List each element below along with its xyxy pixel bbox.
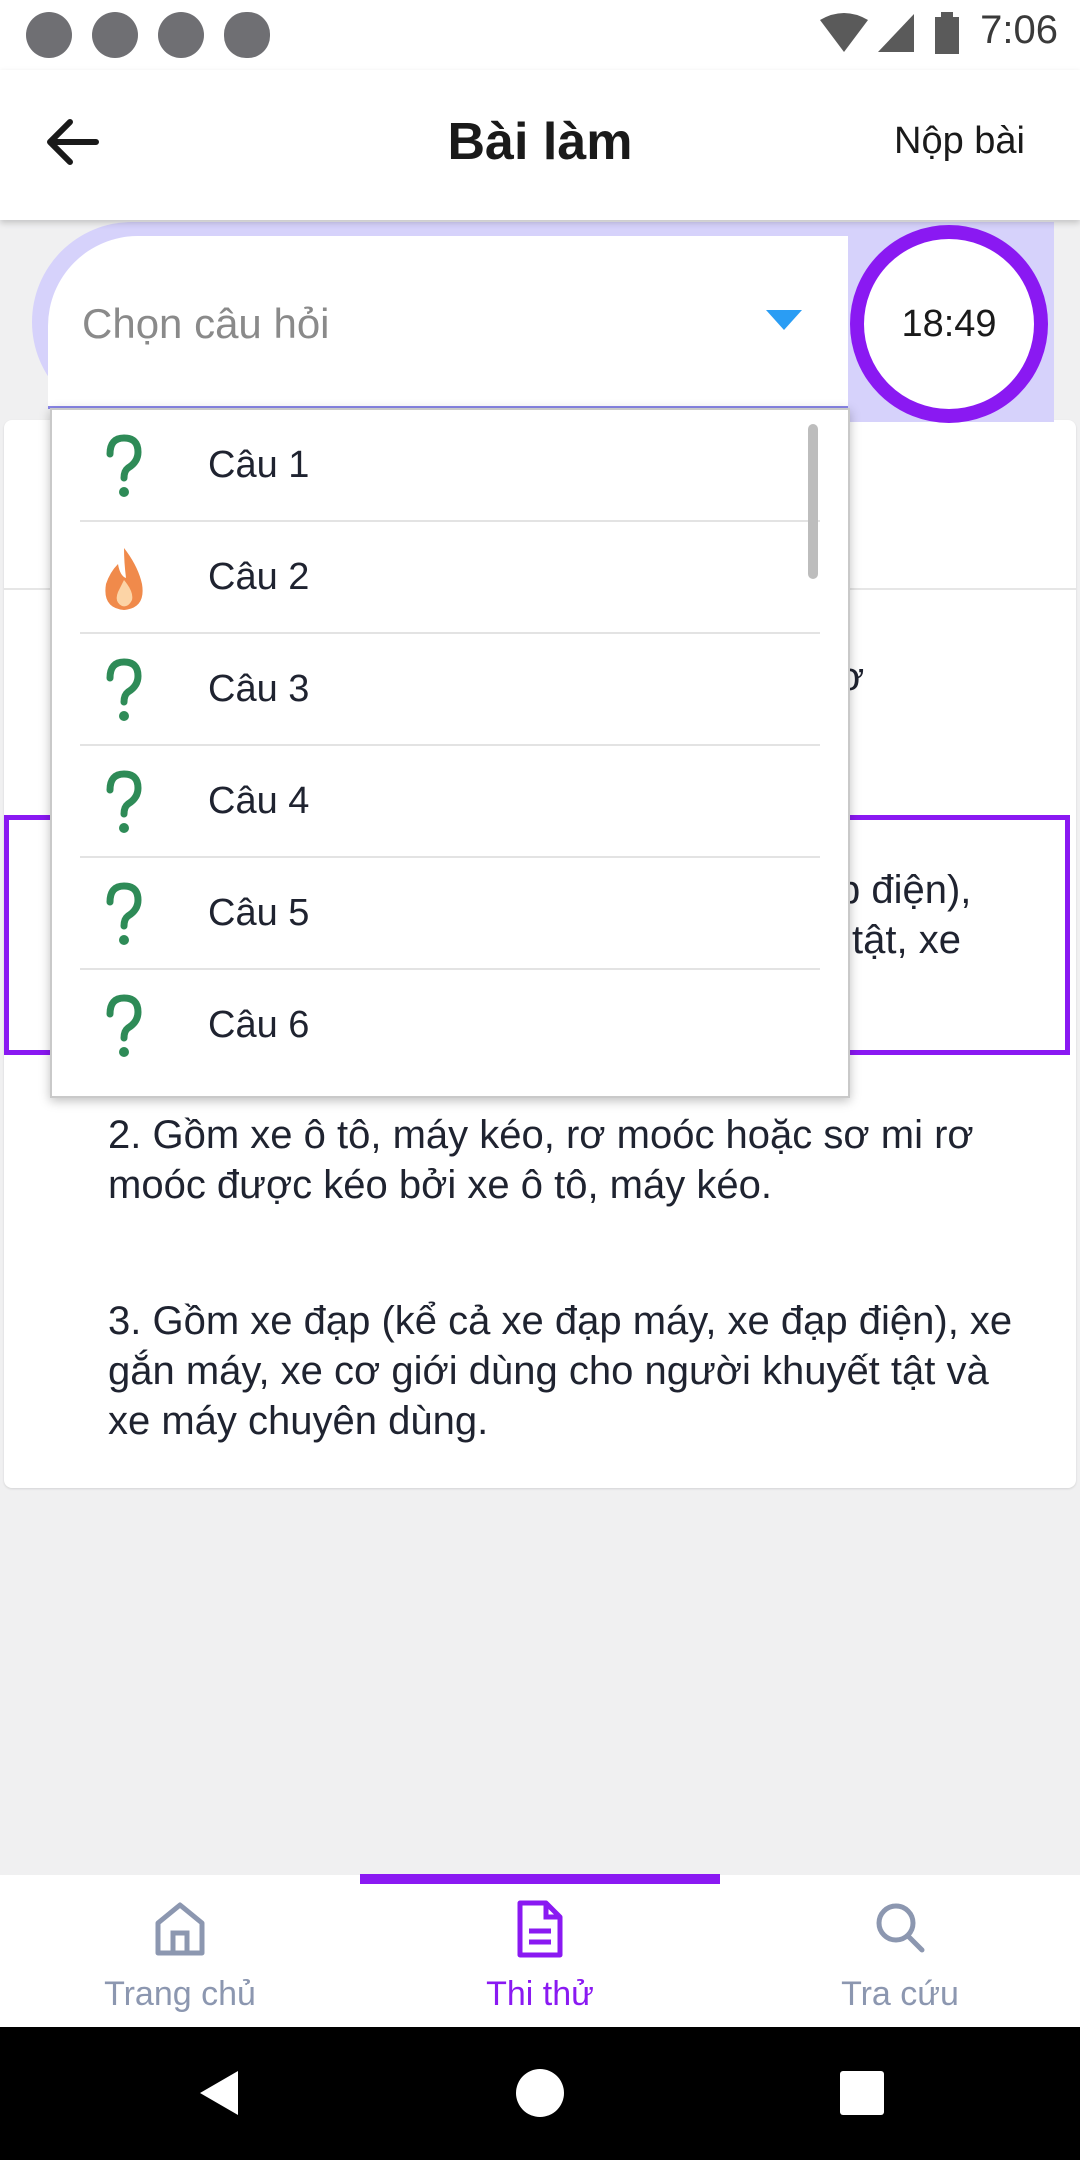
circle-icon <box>158 12 204 58</box>
dropdown-item-label: Câu 5 <box>208 892 310 934</box>
timer-value: 18:49 <box>901 302 997 345</box>
nav-tab-practice-test[interactable]: Thi thử <box>360 1875 720 2027</box>
dropdown-item-label: Câu 4 <box>208 780 310 822</box>
document-icon <box>517 1900 563 1958</box>
question-selector-placeholder[interactable]: Chọn câu hỏi <box>82 300 330 348</box>
dropdown-scrollbar[interactable] <box>808 424 818 579</box>
dropdown-item-cau-4[interactable]: Câu 4 <box>80 746 820 858</box>
system-recents-icon[interactable] <box>832 2063 892 2123</box>
nav-label: Trang chủ <box>104 1975 256 2013</box>
dropdown-item-cau-3[interactable]: Câu 3 <box>80 634 820 746</box>
dropdown-item-cau-2[interactable]: Câu 2 <box>80 522 820 634</box>
system-navigation-bar <box>0 2027 1080 2160</box>
wifi-icon <box>820 13 868 52</box>
app-bar: Bài làm Nộp bài <box>0 70 1080 220</box>
nav-label: Thi thử <box>486 1975 594 2013</box>
dropdown-item-label: Câu 6 <box>208 1004 310 1046</box>
question-icon <box>106 994 142 1057</box>
answer-fragment: p điện), <box>838 868 972 912</box>
dropdown-item-cau-1[interactable]: Câu 1 <box>80 410 820 522</box>
search-icon <box>876 1903 925 1953</box>
home-icon <box>155 1902 205 1956</box>
app-notification-icon <box>26 12 72 58</box>
dropdown-caret-icon[interactable] <box>766 310 802 330</box>
question-dropdown-list: Câu 1 Câu 2 Câu 3 Câu 4 Câu 5 Câu 6 <box>50 408 850 1098</box>
active-tab-indicator <box>360 1874 720 1884</box>
submit-button[interactable]: Nộp bài <box>894 120 1025 163</box>
signal-icon <box>878 14 914 52</box>
nav-tab-search[interactable]: Tra cứu <box>720 1875 1080 2027</box>
answer-option-2[interactable]: 2. Gồm xe ô tô, máy kéo, rơ moóc hoặc sơ… <box>108 1110 1028 1210</box>
answer-option-3[interactable]: 3. Gồm xe đạp (kể cả xe đạp máy, xe đạp … <box>108 1296 1028 1446</box>
battery-icon <box>935 12 959 54</box>
fire-icon <box>105 548 143 610</box>
answer-fragment: tật, xe <box>852 918 961 962</box>
system-back-icon[interactable] <box>190 2063 250 2123</box>
dropdown-item-label: Câu 2 <box>208 556 310 598</box>
dropdown-item-cau-6[interactable]: Câu 6 <box>80 970 820 1080</box>
system-home-icon[interactable] <box>510 2063 570 2123</box>
dropdown-item-cau-5[interactable]: Câu 5 <box>80 858 820 970</box>
question-icon <box>106 434 142 497</box>
nav-label: Tra cứu <box>841 1975 959 2013</box>
dropdown-item-label: Câu 1 <box>208 444 310 486</box>
status-time: 7:06 <box>980 8 1058 52</box>
status-bar: 7:06 <box>0 0 1080 70</box>
question-icon <box>106 658 142 721</box>
nav-tab-home[interactable]: Trang chủ <box>0 1875 360 2027</box>
dropdown-item-label: Câu 3 <box>208 668 310 710</box>
question-icon <box>106 770 142 833</box>
countdown-timer: 18:49 <box>850 225 1048 423</box>
cloud-icon <box>224 12 270 58</box>
soccer-icon <box>92 12 138 58</box>
question-icon <box>106 882 142 945</box>
